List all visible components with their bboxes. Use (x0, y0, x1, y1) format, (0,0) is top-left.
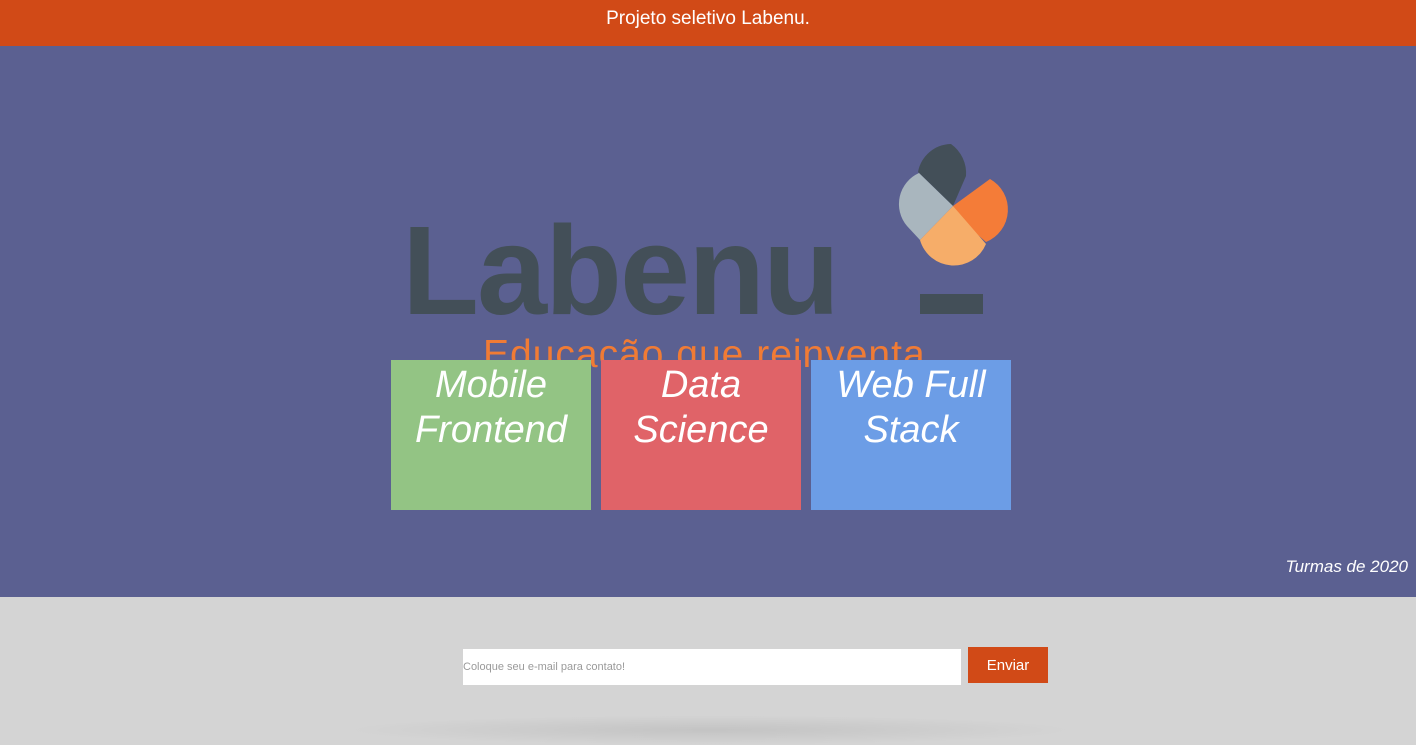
top-header-bar: Projeto seletivo Labenu. (0, 0, 1416, 46)
header-title: Projeto seletivo Labenu. (606, 8, 810, 29)
course-tile-label: Web Full Stack (836, 364, 986, 451)
flame-icon (898, 144, 1008, 266)
logo-wordmark: Labenu (402, 200, 838, 341)
course-tile-label: Data Science (633, 364, 769, 451)
labenu-logo: Labenu Educação que reinventa (400, 134, 1020, 379)
course-tile-data-science[interactable]: Data Science (601, 360, 801, 510)
course-tile-mobile-frontend[interactable]: Mobile Frontend (391, 360, 591, 510)
course-tile-label: Mobile Frontend (414, 364, 568, 451)
labenu-logo-graphic: Labenu Educação que reinventa (402, 144, 1008, 376)
logo-underscore (920, 294, 983, 314)
send-button[interactable]: Enviar (968, 647, 1048, 683)
hero-section: Labenu Educação que reinventa Mobile Fro… (0, 46, 1416, 597)
course-tile-web-full-stack[interactable]: Web Full Stack (811, 360, 1011, 510)
email-input[interactable] (463, 649, 961, 685)
classes-footnote: Turmas de 2020 (1285, 557, 1408, 576)
